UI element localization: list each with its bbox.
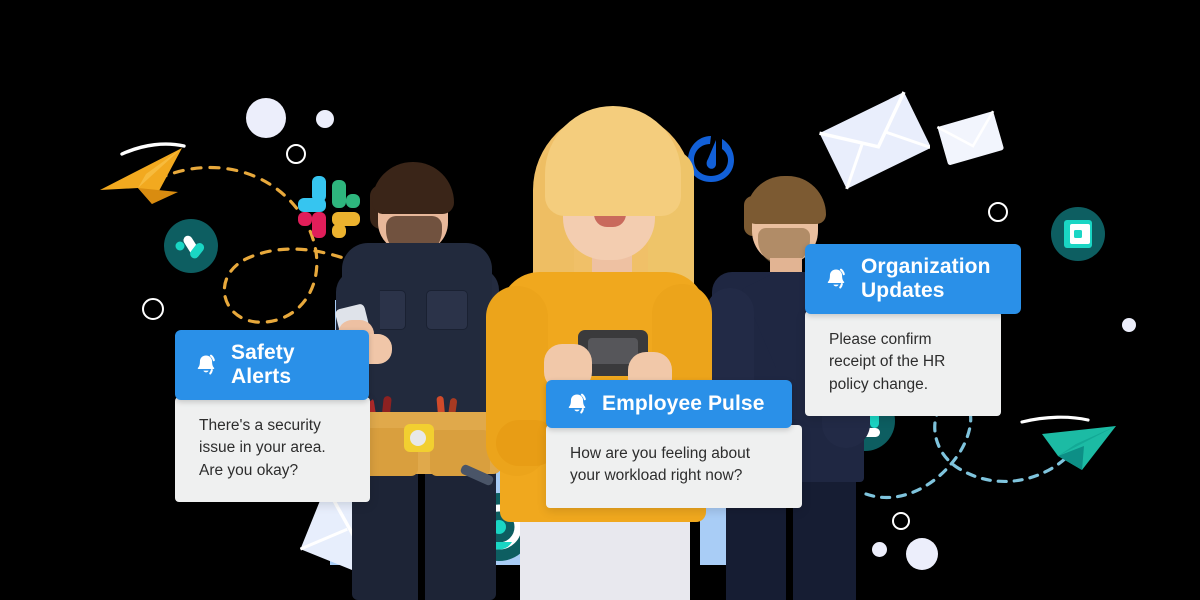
notification-card-message: There's a security issue in your area. A…	[175, 397, 370, 503]
notification-card-employee-pulse[interactable]: Employee Pulse How are you feeling about…	[546, 380, 802, 508]
notification-card-title: Employee Pulse	[602, 392, 765, 415]
notification-card-organization-updates[interactable]: Organization Updates Please confirm rece…	[805, 244, 1021, 417]
decor-ring	[286, 144, 306, 164]
decor-dot	[872, 542, 887, 557]
frame-badge	[1051, 207, 1105, 261]
notification-card-message: How are you feeling about your workload …	[546, 425, 802, 508]
notification-card-safety-alerts[interactable]: Safety Alerts There's a security issue i…	[175, 330, 370, 503]
notification-card-header: Organization Updates	[805, 244, 1021, 314]
hero-illustration: Safety Alerts There's a security issue i…	[0, 0, 1200, 600]
decor-ring	[142, 298, 164, 320]
decor-ring	[988, 202, 1008, 222]
envelope-large-top-right	[819, 91, 930, 190]
decor-dot	[316, 110, 334, 128]
notification-card-title: Organization Updates	[861, 255, 991, 302]
send-arrow-badge	[164, 219, 218, 273]
notification-card-title: Safety Alerts	[231, 341, 295, 388]
decor-ring	[892, 512, 910, 530]
slack-logo	[298, 176, 360, 238]
bell-icon	[568, 393, 586, 414]
paper-plane-orange	[100, 142, 186, 204]
decor-dot	[246, 98, 286, 138]
envelope-small-top-right	[936, 110, 1004, 165]
paper-plane-teal	[1020, 415, 1116, 470]
bell-icon	[197, 354, 215, 375]
notification-card-header: Safety Alerts	[175, 330, 369, 400]
decor-dot	[906, 538, 938, 570]
notification-card-header: Employee Pulse	[546, 380, 792, 428]
bell-icon	[827, 268, 845, 289]
notification-card-message: Please confirm receipt of the HR policy …	[805, 311, 1001, 417]
decor-dot	[1122, 318, 1136, 332]
